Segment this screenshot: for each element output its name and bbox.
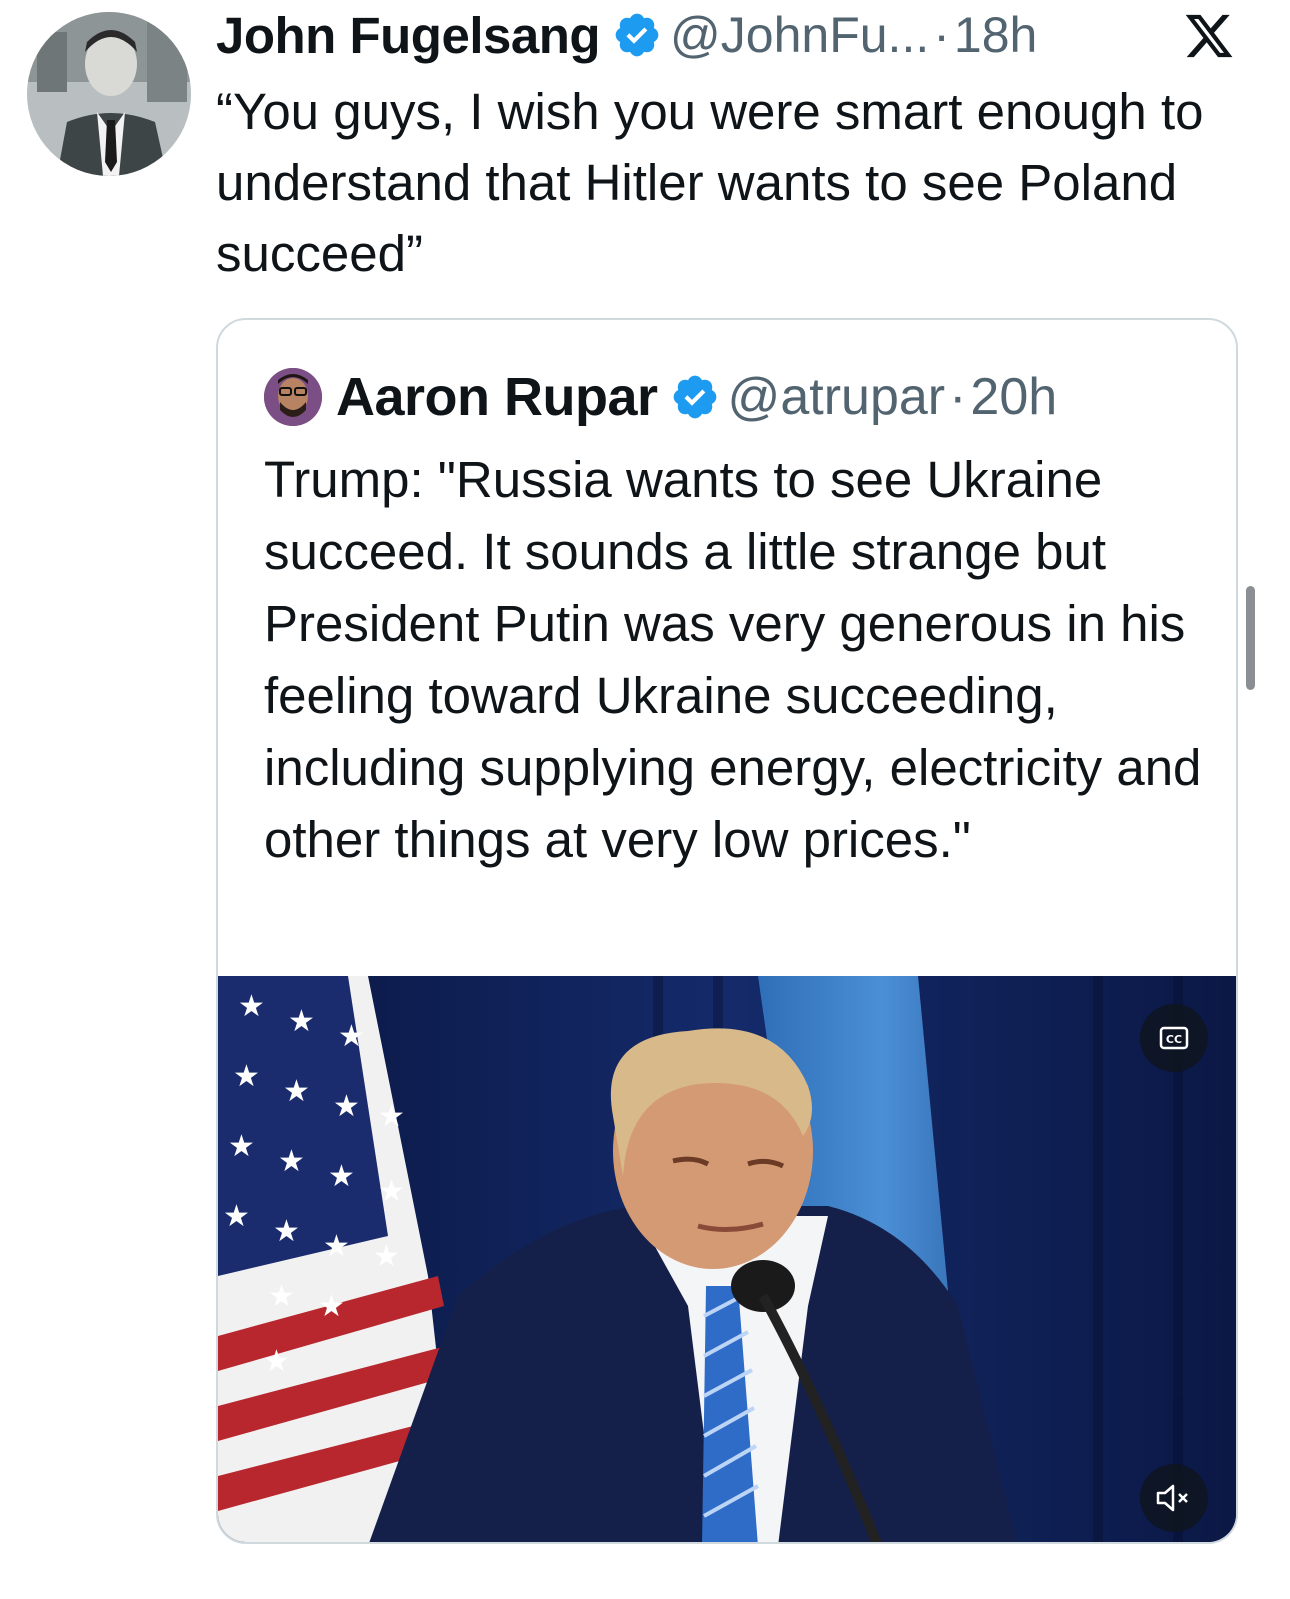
- svg-text:★: ★: [273, 1214, 300, 1249]
- svg-text:★: ★: [328, 1159, 355, 1194]
- author-avatar[interactable]: [27, 12, 191, 176]
- svg-text:★: ★: [283, 1074, 310, 1109]
- verified-badge-icon: [612, 10, 662, 60]
- svg-text:★: ★: [278, 1144, 305, 1179]
- svg-text:★: ★: [263, 1344, 290, 1379]
- svg-text:★: ★: [288, 1004, 315, 1039]
- svg-text:★: ★: [238, 989, 265, 1024]
- scrollbar-thumb[interactable]: [1246, 586, 1255, 690]
- quoted-author-handle[interactable]: @atrupar: [728, 367, 946, 427]
- quoted-tweet-header: Aaron Rupar @atrupar · 20h: [264, 362, 1057, 432]
- quoted-tweet-card[interactable]: Aaron Rupar @atrupar · 20h Trump: "Russi…: [216, 318, 1238, 1544]
- video-player[interactable]: ★ ★ ★ ★ ★ ★ ★ ★ ★ ★ ★ ★ ★ ★ ★ ★ ★ ★ CC: [218, 976, 1236, 1542]
- author-name[interactable]: John Fugelsang: [216, 6, 601, 65]
- svg-text:★: ★: [228, 1129, 255, 1164]
- tweet-header: John Fugelsang @JohnFu... · 18h: [216, 2, 1037, 68]
- svg-text:★: ★: [223, 1199, 250, 1234]
- quoted-tweet-timestamp[interactable]: 20h: [970, 367, 1057, 427]
- svg-text:★: ★: [373, 1239, 400, 1274]
- tweet-screenshot: John Fugelsang @JohnFu... · 18h “You guy…: [0, 0, 1290, 1599]
- svg-text:★: ★: [378, 1174, 405, 1209]
- author-handle[interactable]: @JohnFu...: [670, 6, 929, 64]
- tweet-timestamp[interactable]: 18h: [954, 6, 1037, 64]
- svg-text:★: ★: [268, 1279, 295, 1314]
- quoted-author-avatar[interactable]: [264, 368, 322, 426]
- svg-text:★: ★: [333, 1089, 360, 1124]
- quoted-tweet-text: Trump: "Russia wants to see Ukraine succ…: [264, 451, 1202, 868]
- quoted-author-name[interactable]: Aaron Rupar: [336, 366, 658, 428]
- video-frame: ★ ★ ★ ★ ★ ★ ★ ★ ★ ★ ★ ★ ★ ★ ★ ★ ★ ★: [218, 976, 1236, 1542]
- svg-text:★: ★: [233, 1059, 260, 1094]
- meta-separator: ·: [933, 7, 950, 63]
- svg-text:CC: CC: [1166, 1033, 1182, 1046]
- svg-text:★: ★: [378, 1099, 405, 1134]
- svg-text:★: ★: [338, 1019, 365, 1054]
- author-avatar-image: [27, 12, 191, 176]
- meta-separator: ·: [949, 368, 967, 426]
- x-logo-icon[interactable]: [1183, 10, 1235, 62]
- speaker-muted-icon[interactable]: [1140, 1464, 1208, 1532]
- closed-captions-icon[interactable]: CC: [1140, 1004, 1208, 1072]
- svg-text:★: ★: [318, 1289, 345, 1324]
- verified-badge-icon: [670, 372, 720, 422]
- tweet-text: “You guys, I wish you were smart enough …: [216, 83, 1204, 282]
- svg-text:★: ★: [323, 1229, 350, 1264]
